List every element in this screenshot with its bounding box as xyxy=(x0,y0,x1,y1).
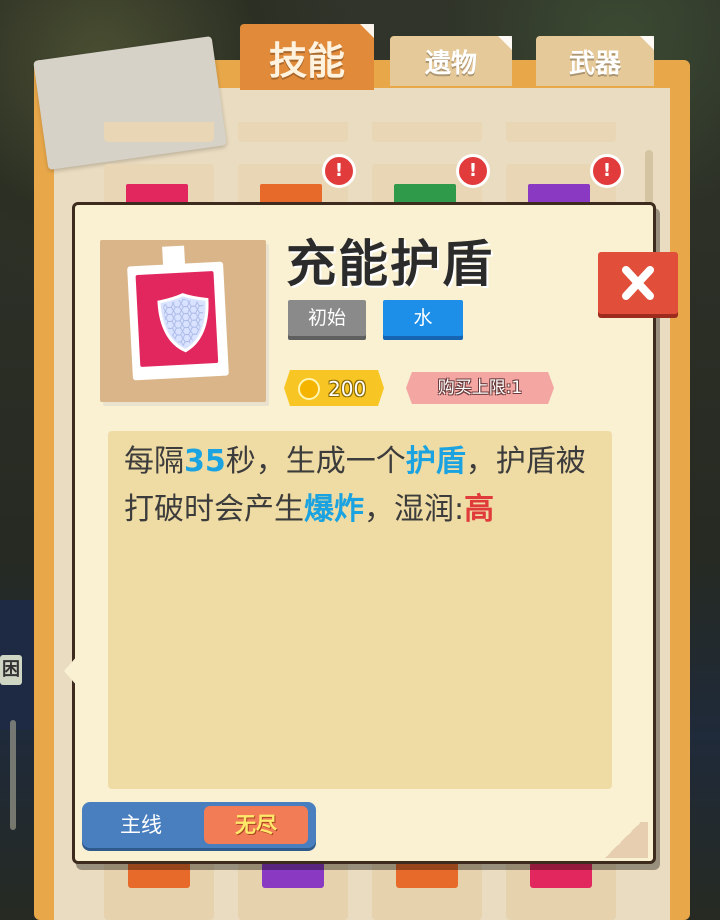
panel-corner-fold xyxy=(598,822,648,858)
skill-card[interactable] xyxy=(238,122,348,142)
tab-label: 武器 xyxy=(568,48,621,79)
panel-notch xyxy=(64,655,78,687)
price-badge: 200 xyxy=(284,370,384,406)
purchase-limit-badge: 购买上限:1 xyxy=(406,372,554,404)
skill-icon-card xyxy=(127,245,229,381)
keyword-level: 高 xyxy=(464,492,495,527)
skill-card[interactable] xyxy=(104,860,214,920)
keyword-shield: 护盾 xyxy=(405,444,466,479)
keyword-explosion: 爆炸 xyxy=(304,492,364,527)
keyword-number: 35 xyxy=(184,444,226,479)
skill-card[interactable] xyxy=(506,122,616,142)
alert-icon: ! xyxy=(456,154,490,188)
skill-description: 每隔35秒，生成一个护盾，护盾被打破时会产生爆炸，湿润:高 xyxy=(124,444,586,527)
coin-icon xyxy=(298,378,320,400)
mode-option-main[interactable]: 主线 xyxy=(82,802,200,848)
skill-card[interactable] xyxy=(104,122,214,142)
tag-element: 水 xyxy=(383,300,463,336)
background-glyph: 困 xyxy=(0,655,22,685)
skill-card[interactable] xyxy=(372,860,482,920)
close-icon xyxy=(622,266,654,300)
mode-option-endless[interactable]: 无尽 xyxy=(204,806,308,844)
price-value: 200 xyxy=(328,377,367,401)
skill-card[interactable] xyxy=(238,860,348,920)
tab-relics[interactable]: 遗物 xyxy=(390,36,512,86)
alert-icon: ! xyxy=(322,154,356,188)
alert-icon: ! xyxy=(590,154,624,188)
skill-card[interactable] xyxy=(506,860,616,920)
tag-initial: 初始 xyxy=(288,300,366,336)
close-button[interactable] xyxy=(598,252,678,314)
tab-skills[interactable]: 技能 xyxy=(240,24,374,90)
tab-label: 技能 xyxy=(268,38,345,83)
shield-icon xyxy=(157,293,209,353)
background-scroll-indicator xyxy=(10,720,16,830)
tab-label: 遗物 xyxy=(424,48,477,79)
skill-title: 充能护盾 xyxy=(286,235,494,293)
skill-card[interactable] xyxy=(372,122,482,142)
tab-weapons[interactable]: 武器 xyxy=(536,36,654,86)
